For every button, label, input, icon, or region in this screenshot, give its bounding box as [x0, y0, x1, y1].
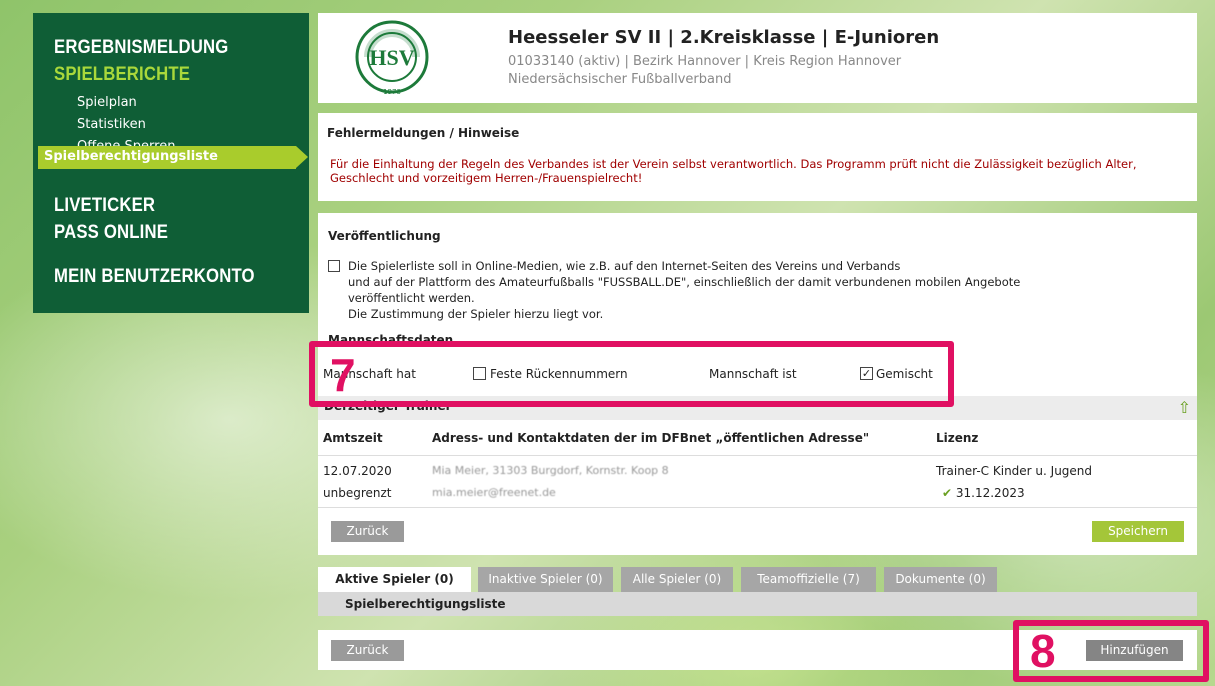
- tab-team-officials[interactable]: Teamoffizielle (7): [741, 567, 876, 592]
- publication-title: Veröffentlichung: [328, 229, 441, 243]
- club-title: Heesseler SV II | 2.Kreisklasse | E-Juni…: [508, 27, 940, 48]
- nav-ergebnismeldung[interactable]: ERGEBNISMELDUNG: [54, 37, 229, 59]
- publication-text-line: Die Spielerliste soll in Online-Medien, …: [348, 259, 901, 273]
- nav-spielplan[interactable]: Spielplan: [77, 95, 137, 110]
- publication-checkbox[interactable]: [328, 260, 340, 272]
- annotation-number-7: 7: [330, 349, 356, 401]
- errors-text: Für die Einhaltung der Regeln des Verban…: [330, 157, 1137, 185]
- trainer-to-date: unbegrenzt: [323, 486, 392, 500]
- tab-inactive-players[interactable]: Inaktive Spieler (0): [478, 567, 613, 592]
- trainer-email: mia.meier@freenet.de: [432, 486, 556, 499]
- publication-text-line: Die Zustimmung der Spieler hierzu liegt …: [348, 307, 604, 321]
- club-meta: 01033140 (aktiv) | Bezirk Hannover | Kre…: [508, 54, 902, 69]
- list-title: Spielberechtigungsliste: [345, 597, 506, 611]
- trainer-address: Mia Meier, 31303 Burgdorf, Kornstr. Koop…: [432, 464, 669, 477]
- nav-spielberechtigungsliste-active[interactable]: Spielberechtigungsliste: [38, 146, 308, 169]
- save-button[interactable]: Speichern: [1092, 521, 1184, 542]
- trainer-from-date: 12.07.2020: [323, 464, 392, 478]
- nav-pass-online[interactable]: PASS ONLINE: [54, 222, 168, 244]
- divider: [318, 455, 1197, 456]
- errors-title: Fehlermeldungen / Hinweise: [327, 126, 520, 140]
- tab-active-players[interactable]: Aktive Spieler (0): [318, 567, 471, 592]
- publication-text-line: veröffentlicht werden.: [348, 291, 475, 305]
- column-header-amtszeit: Amtszeit: [323, 431, 383, 445]
- column-header-license: Lizenz: [936, 431, 979, 445]
- back-button[interactable]: Zurück: [331, 521, 404, 542]
- nav-liveticker[interactable]: LIVETICKER: [54, 195, 155, 217]
- nav-spielberichte[interactable]: SPIELBERICHTE: [54, 64, 190, 86]
- license-valid-date: 31.12.2023: [955, 486, 1025, 500]
- nav-statistiken[interactable]: Statistiken: [77, 117, 146, 132]
- nav-mein-benutzerkonto[interactable]: MEIN BENUTZERKONTO: [54, 266, 255, 288]
- logo-year: 1973: [383, 88, 401, 96]
- divider: [318, 507, 1197, 508]
- trainer-license-valid: ✔ 31.12.2023: [942, 486, 1025, 500]
- tab-documents[interactable]: Dokumente (0): [884, 567, 997, 592]
- back-button[interactable]: Zurück: [331, 640, 404, 661]
- logo-letters: HSV: [369, 45, 414, 70]
- check-icon: ✔: [942, 486, 953, 500]
- trainer-license: Trainer-C Kinder u. Jugend: [936, 464, 1093, 478]
- errors-panel: Fehlermeldungen / Hinweise Für die Einha…: [318, 113, 1197, 201]
- club-header: HSV 1973 Heesseler SV II | 2.Kreisklasse…: [318, 13, 1197, 103]
- publication-text-line: und auf der Plattform des Amateurfußball…: [348, 275, 1021, 289]
- club-logo: HSV 1973: [355, 20, 429, 96]
- column-header-address: Adress- und Kontaktdaten der im DFBnet „…: [432, 431, 870, 445]
- list-header: Spielberechtigungsliste: [318, 592, 1197, 616]
- annotation-number-8: 8: [1030, 625, 1056, 677]
- scroll-up-icon[interactable]: ⇧: [1178, 398, 1191, 417]
- annotation-box-7: [309, 341, 954, 407]
- club-association: Niedersächsischer Fußballverband: [508, 72, 732, 87]
- tab-all-players[interactable]: Alle Spieler (0): [621, 567, 733, 592]
